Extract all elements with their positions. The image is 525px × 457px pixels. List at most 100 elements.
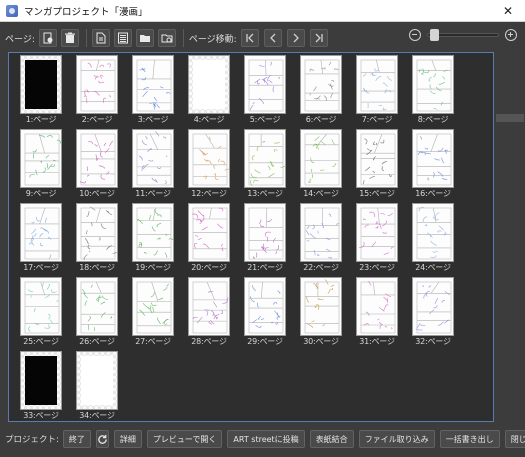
page-tile[interactable]: 22:ページ [296, 203, 352, 277]
page-tile[interactable]: 32:ページ [408, 277, 464, 351]
page-tile[interactable]: 13:ページ [240, 129, 296, 203]
open-folder-button[interactable] [135, 29, 154, 47]
page-thumbnail[interactable] [76, 129, 118, 188]
page-tile[interactable]: 34:ページ [72, 351, 128, 421]
page-thumbnail[interactable] [20, 55, 62, 114]
page-thumbnail[interactable] [188, 129, 230, 188]
page-tile[interactable]: 4:ページ [184, 55, 240, 129]
page-tile[interactable]: 15:ページ [352, 129, 408, 203]
page-label: 15:ページ [359, 189, 395, 198]
scroll-marker[interactable] [496, 114, 524, 122]
page-tile[interactable]: 14:ページ [296, 129, 352, 203]
page-tile[interactable]: 18:ページ [72, 203, 128, 277]
refresh-button[interactable] [95, 430, 109, 448]
page-thumbnail[interactable] [412, 129, 454, 188]
page-tile[interactable]: 26:ページ [72, 277, 128, 351]
page-tile[interactable]: 25:ページ [16, 277, 72, 351]
page-tile[interactable]: 28:ページ [184, 277, 240, 351]
title-bar: マンガプロジェクト「漫画」 ✕ [0, 0, 525, 22]
page-thumbnail[interactable] [244, 203, 286, 262]
page-tile[interactable]: 24:ページ [408, 203, 464, 277]
page-tile[interactable]: 6:ページ [296, 55, 352, 129]
scrollbar[interactable] [496, 52, 524, 422]
page-thumbnail[interactable] [188, 203, 230, 262]
batch-export-button[interactable]: 一括書き出し [439, 430, 500, 448]
page-label: 21:ページ [247, 263, 283, 272]
page-tile[interactable]: 9:ページ [16, 129, 72, 203]
page-tile[interactable]: 1:ページ [16, 55, 72, 129]
zoom-slider-thumb[interactable] [429, 29, 439, 41]
folder-refresh-button[interactable] [157, 29, 176, 47]
page-tile[interactable]: 27:ページ [128, 277, 184, 351]
blank-page [193, 60, 225, 109]
new-page-button[interactable] [91, 29, 110, 47]
end-button[interactable]: 終了 [62, 430, 91, 448]
page-tile[interactable]: 17:ページ [16, 203, 72, 277]
last-page-icon [315, 33, 323, 43]
art-street-post-button[interactable]: ART streetに投稿 [227, 430, 305, 448]
page-tile[interactable]: 30:ページ [296, 277, 352, 351]
page-tile[interactable]: 31:ページ [352, 277, 408, 351]
page-thumbnail[interactable] [76, 203, 118, 262]
page-thumbnail[interactable] [412, 203, 454, 262]
page-thumbnail[interactable] [356, 55, 398, 114]
page-thumbnail[interactable] [132, 55, 174, 114]
page-thumbnail[interactable] [76, 277, 118, 336]
page-thumbnail[interactable] [412, 55, 454, 114]
page-tile[interactable]: 12:ページ [184, 129, 240, 203]
page-thumbnail[interactable] [356, 203, 398, 262]
page-tile[interactable]: 3:ページ [128, 55, 184, 129]
page-thumbnail[interactable] [20, 351, 62, 410]
first-page-button[interactable] [240, 29, 259, 47]
page-thumbnail[interactable] [244, 55, 286, 114]
page-tile[interactable]: 11:ページ [128, 129, 184, 203]
page-thumbnail[interactable] [300, 55, 342, 114]
page-tile[interactable]: 29:ページ [240, 277, 296, 351]
page-thumbnail[interactable] [356, 129, 398, 188]
page-thumbnail[interactable] [132, 203, 174, 262]
preview-button[interactable]: プレビューで開く [146, 430, 223, 448]
zoom-out-icon[interactable] [409, 29, 421, 41]
page-thumbnail[interactable] [76, 55, 118, 114]
page-thumbnail[interactable] [20, 277, 62, 336]
page-thumbnail[interactable] [244, 129, 286, 188]
cover-merge-button[interactable]: 表紙結合 [309, 430, 354, 448]
page-tile[interactable]: 19:ページ [128, 203, 184, 277]
page-settings-button[interactable] [38, 29, 57, 47]
page-list-button[interactable] [113, 29, 132, 47]
page-tile[interactable]: 21:ページ [240, 203, 296, 277]
page-tile[interactable]: 7:ページ [352, 55, 408, 129]
page-tile[interactable]: 2:ページ [72, 55, 128, 129]
page-tile[interactable]: 10:ページ [72, 129, 128, 203]
page-thumbnail[interactable] [300, 277, 342, 336]
next-page-button[interactable] [286, 29, 305, 47]
prev-page-button[interactable] [263, 29, 282, 47]
page-thumbnail[interactable] [356, 277, 398, 336]
page-thumbnail[interactable] [412, 277, 454, 336]
page-thumbnail[interactable] [244, 277, 286, 336]
page-tile[interactable]: 33:ページ [16, 351, 72, 421]
page-tile[interactable]: 20:ページ [184, 203, 240, 277]
page-tile[interactable]: 23:ページ [352, 203, 408, 277]
page-thumbnail[interactable] [188, 277, 230, 336]
page-thumbnail[interactable] [20, 203, 62, 262]
page-tile[interactable]: 8:ページ [408, 55, 464, 129]
page-tile[interactable]: 16:ページ [408, 129, 464, 203]
page-tile[interactable]: 5:ページ [240, 55, 296, 129]
page-thumbnail[interactable] [76, 351, 118, 410]
page-label: ページ: [5, 34, 35, 45]
details-button[interactable]: 詳細 [113, 430, 142, 448]
file-import-button[interactable]: ファイル取り込み [358, 430, 435, 448]
page-thumbnail[interactable] [20, 129, 62, 188]
delete-page-button[interactable] [60, 29, 79, 47]
zoom-in-icon[interactable] [505, 29, 517, 41]
close-button[interactable]: 閉じる [504, 430, 525, 448]
page-thumbnail[interactable] [300, 203, 342, 262]
last-page-button[interactable] [309, 29, 328, 47]
page-thumbnail[interactable] [132, 277, 174, 336]
page-thumbnail[interactable] [300, 129, 342, 188]
page-thumbnail[interactable] [132, 129, 174, 188]
window-close-button[interactable]: ✕ [491, 0, 525, 22]
zoom-slider[interactable] [427, 29, 499, 41]
page-thumbnail[interactable] [188, 55, 230, 114]
